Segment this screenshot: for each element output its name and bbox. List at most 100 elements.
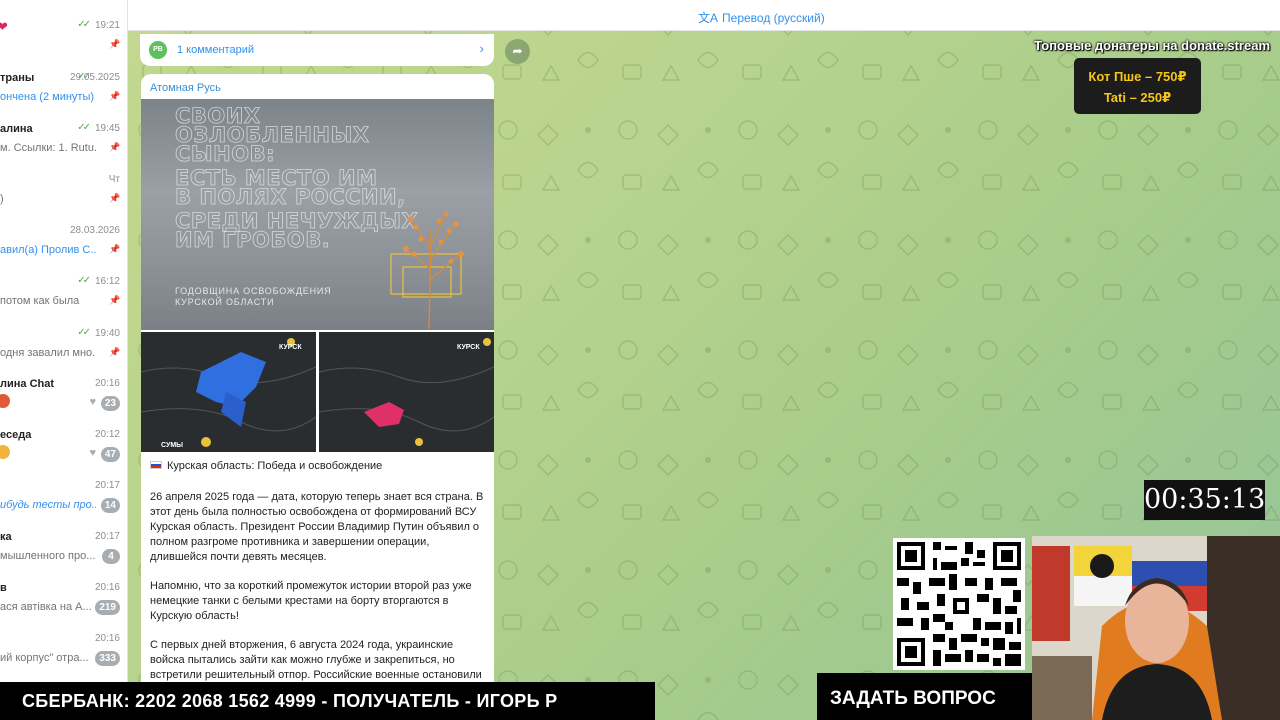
webcam-feed <box>1032 536 1280 720</box>
qr-code <box>893 538 1025 670</box>
top-bar: 文A Перевод (русский) <box>128 0 1280 31</box>
chat-preview: ася автівка на А... <box>0 601 92 613</box>
chat-name: в <box>0 582 7 594</box>
chat-list-item[interactable]: траны ✓✓ 29.05.2025 ончена (2 минуты) 📌 <box>0 68 127 118</box>
unread-badge: 219 <box>95 600 120 615</box>
chat-list-item[interactable]: в 20:16 ася автівка на А... 219 <box>0 578 127 628</box>
chat-time: 20:16 <box>94 582 120 593</box>
translate-icon: 文A <box>698 11 719 25</box>
chat-name: траны <box>0 72 35 84</box>
chat-name: еседа <box>0 429 32 441</box>
chat-list-item[interactable]: ✓✓ 19:40 одня завалил мно... 📌 <box>0 324 127 374</box>
donor-entry: Tati – 250₽ <box>1103 90 1172 105</box>
donor-entry: Кот Пше – 750₽ <box>1088 69 1187 84</box>
russia-flag-icon <box>150 461 162 469</box>
emoji-icon <box>0 394 10 408</box>
read-check-icon: ✓✓ <box>77 275 91 286</box>
chat-preview: ибудь тесты про... <box>0 499 96 511</box>
pin-icon: 📌 <box>109 347 121 357</box>
chat-list-item[interactable]: 28.03.2026 авил(а) Пролив С... 📌 <box>0 221 127 271</box>
emoji-icon <box>0 445 10 459</box>
donors-title: Топовые донатеры на donate.stream <box>1034 38 1270 53</box>
chat-list-item[interactable]: еседа 20:12 ♥ 47 <box>0 425 127 475</box>
chat-list: ✓✓19:21📌❤траны✓✓29.05.2025ончена (2 мину… <box>0 0 128 720</box>
image-headline-line: ИМ ГРОБОВ. <box>175 228 331 252</box>
pin-icon: 📌 <box>109 91 121 101</box>
chat-time: 20:16 <box>94 633 120 644</box>
chat-preview: одня завалил мно... <box>0 347 96 359</box>
chat-name: алина <box>0 123 33 135</box>
read-check-icon: ✓✓ <box>77 327 91 338</box>
pin-icon: 📌 <box>109 39 121 49</box>
chat-list-item[interactable]: Чт) 📌 <box>0 170 127 220</box>
chat-list-item[interactable]: ка 20:17 мышленного про... 4 <box>0 527 127 577</box>
chat-time: 20:17 <box>94 480 120 491</box>
heart-emoji-icon: ❤ <box>0 19 8 35</box>
chat-time: 29.05.2025 <box>69 72 120 83</box>
qr-code-graphic <box>893 538 1025 670</box>
chat-list-item[interactable]: 20:16 ий корпус" отра... 333 <box>0 629 127 679</box>
translate-label: Перевод (русский) <box>722 11 825 25</box>
map-label-city-bottom: СУМЫ <box>161 442 184 449</box>
chat-time: 20:16 <box>94 378 120 389</box>
share-icon: ➦ <box>512 44 523 58</box>
avatar: РВ <box>149 41 167 59</box>
ask-question-banner: ЗАДАТЬ ВОПРОС <box>817 673 1032 720</box>
stream-timer: 00:35:13 <box>1144 480 1265 520</box>
read-check-icon: ✓✓ <box>77 122 91 133</box>
channel-name[interactable]: Атомная Русь <box>150 82 221 94</box>
chat-list-item[interactable]: алина ✓✓ 19:45 м. Ссылки: 1. Rutu... 📌 <box>0 119 127 169</box>
chat-preview: авил(а) Пролив С... <box>0 244 96 256</box>
heart-icon: ♥ <box>89 447 96 459</box>
heart-icon: ♥ <box>89 396 96 408</box>
channel-post: Атомная Русь СВОИХ ОЗЛОБЛЕННЫХ СЫНОВ: ЕСТЬ … <box>141 74 494 714</box>
chat-list-item[interactable]: ✓✓19:21 📌 ❤ <box>0 16 127 66</box>
map-label-city-top: КУРСК <box>279 344 302 351</box>
read-check-icon: ✓✓ <box>77 19 91 30</box>
post-paragraph: 26 апреля 2025 года — дата, которую тепе… <box>150 491 484 563</box>
chat-list-item[interactable]: ✓✓ 16:12 потом как была 📌 <box>0 272 127 322</box>
comments-count-label: 1 комментарий <box>177 44 254 56</box>
chat-time: 19:21 <box>94 20 120 31</box>
image-headline-line: СЫНОВ: <box>175 142 276 166</box>
chat-preview: ий корпус" отра... <box>0 652 89 664</box>
chat-time: 20:17 <box>94 531 120 542</box>
plant-illustration <box>390 211 464 329</box>
post-image[interactable]: СВОИХ ОЗЛОБЛЕННЫХ СЫНОВ: ЕСТЬ МЕСТО ИМ В ПОЛ… <box>141 99 494 330</box>
chat-name: ка <box>0 531 12 543</box>
map-label-city-top: КУРСК <box>457 344 480 351</box>
share-button[interactable]: ➦ <box>505 39 530 64</box>
webcam-graphic <box>1032 536 1280 720</box>
image-headline-line: В ПОЛЯХ РОССИИ, <box>175 185 406 209</box>
chat-name: лина Chat <box>0 378 55 390</box>
chevron-right-icon: › <box>479 41 484 56</box>
pin-icon: 📌 <box>109 295 121 305</box>
unread-badge: 14 <box>100 498 120 513</box>
chat-preview: ) <box>0 193 4 205</box>
donors-box: Кот Пше – 750₽ Tati – 250₽ <box>1074 58 1201 114</box>
pin-icon: 📌 <box>109 244 121 254</box>
chat-time: 28.03.2026 <box>69 225 120 236</box>
pin-icon: 📌 <box>109 193 121 203</box>
post-text: Курская область: Победа и освобождение 2… <box>150 459 486 697</box>
post-paragraph: С первых дней вторжения, 6 августа 2024 … <box>150 639 482 681</box>
comments-bar[interactable]: РВ 1 комментарий › <box>140 34 494 66</box>
map-image-left[interactable]: КУРСК СУМЫ <box>141 332 316 452</box>
unread-badge: 47 <box>100 447 120 462</box>
post-title: Курская область: Победа и освобождение <box>150 459 486 474</box>
post-title-text: Курская область: Победа и освобождение <box>167 460 383 472</box>
chat-time: 16:12 <box>94 276 120 287</box>
chat-list-item[interactable]: 20:17 ибудь тесты про... 14 <box>0 476 127 526</box>
translate-button[interactable]: 文A Перевод (русский) <box>698 9 825 26</box>
pin-icon: 📌 <box>109 142 121 152</box>
unread-badge: 4 <box>102 549 120 564</box>
chat-time: 20:12 <box>94 429 120 440</box>
map-image-right[interactable]: КУРСК <box>319 332 494 452</box>
chat-time: Чт <box>108 174 120 185</box>
chat-list-item[interactable]: лина Chat 20:16 ♥ 23 <box>0 374 127 424</box>
unread-badge: 23 <box>100 396 120 411</box>
chat-time: 19:40 <box>94 328 120 339</box>
chat-preview: ончена (2 минуты) <box>0 91 95 103</box>
post-paragraph: Напомню, что за короткий промежуток исто… <box>150 580 472 622</box>
chat-time: 19:45 <box>94 123 120 134</box>
